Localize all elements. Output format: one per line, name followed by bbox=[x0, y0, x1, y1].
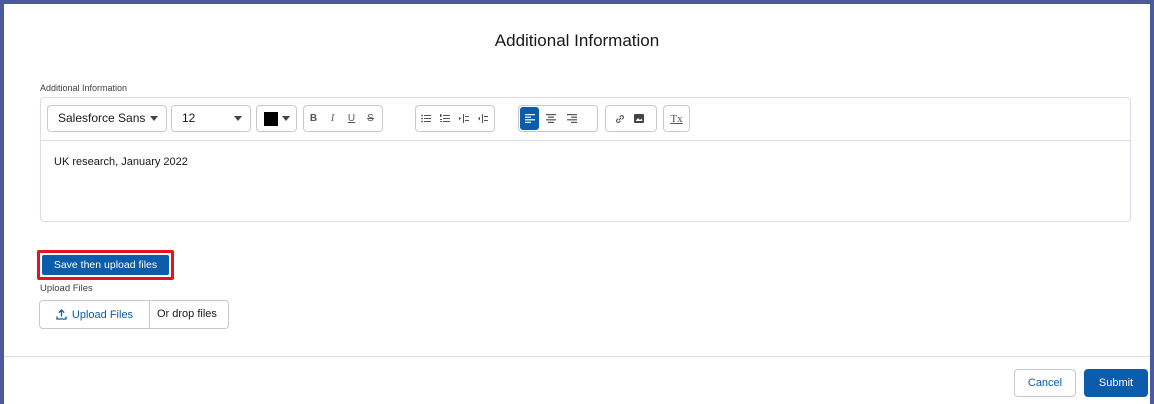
alignment-button-group bbox=[518, 105, 598, 132]
align-right-button[interactable] bbox=[562, 107, 581, 130]
align-center-button[interactable] bbox=[541, 107, 560, 130]
numbered-list-icon bbox=[439, 114, 450, 122]
remove-formatting-button[interactable]: Tx bbox=[664, 106, 689, 131]
additional-information-label: Additional Information bbox=[40, 83, 128, 93]
upload-icon bbox=[56, 309, 67, 320]
file-upload-dropzone[interactable]: Upload Files Or drop files bbox=[39, 300, 229, 329]
align-center-icon bbox=[545, 114, 556, 123]
align-left-icon bbox=[524, 114, 535, 123]
editor-toolbar: Salesforce Sans 12 B I U S Tx bbox=[41, 98, 1130, 141]
link-icon bbox=[615, 114, 624, 123]
cancel-button[interactable]: Cancel bbox=[1014, 369, 1076, 397]
chevron-down-icon bbox=[150, 116, 158, 121]
upload-files-label: Upload Files bbox=[40, 283, 93, 294]
align-right-icon bbox=[566, 114, 577, 123]
upload-files-button-label: Upload Files bbox=[71, 308, 134, 321]
chevron-down-icon bbox=[234, 116, 242, 121]
underline-button[interactable]: U bbox=[342, 106, 361, 131]
insert-button-group bbox=[605, 105, 657, 132]
underline-icon: U bbox=[347, 113, 356, 124]
italic-icon: I bbox=[330, 113, 335, 124]
indent-icon bbox=[458, 114, 469, 123]
align-left-button[interactable] bbox=[520, 107, 539, 130]
font-size-select[interactable]: 12 bbox=[171, 105, 251, 132]
insert-link-button[interactable] bbox=[610, 106, 629, 131]
highlight-box: Save then upload files bbox=[37, 250, 174, 280]
list-button-group bbox=[415, 105, 495, 132]
chevron-down-icon bbox=[282, 116, 290, 121]
drop-files-text: Or drop files bbox=[157, 308, 217, 320]
bold-button[interactable]: B bbox=[304, 106, 323, 131]
save-then-upload-button[interactable]: Save then upload files bbox=[42, 255, 169, 275]
numbered-list-button[interactable] bbox=[435, 106, 454, 131]
clear-format-group: Tx bbox=[663, 105, 690, 132]
font-family-value: Salesforce Sans bbox=[58, 111, 146, 125]
upload-files-button[interactable]: Upload Files bbox=[40, 301, 150, 328]
modal-title: Additional Information bbox=[494, 31, 660, 50]
rich-text-editor: Salesforce Sans 12 B I U S Tx UK researc… bbox=[40, 97, 1131, 222]
italic-button[interactable]: I bbox=[323, 106, 342, 131]
footer-divider bbox=[4, 356, 1150, 357]
editor-content[interactable]: UK research, January 2022 bbox=[54, 156, 188, 168]
font-family-select[interactable]: Salesforce Sans bbox=[47, 105, 167, 132]
strikethrough-button[interactable]: S bbox=[361, 106, 380, 131]
format-button-group: B I U S bbox=[303, 105, 383, 132]
outdent-button[interactable] bbox=[473, 106, 492, 131]
color-swatch bbox=[264, 112, 278, 126]
insert-image-button[interactable] bbox=[629, 106, 648, 131]
outdent-icon bbox=[477, 114, 488, 123]
font-size-value: 12 bbox=[182, 111, 196, 125]
image-icon bbox=[633, 114, 644, 123]
bullet-list-button[interactable] bbox=[416, 106, 435, 131]
submit-button[interactable]: Submit bbox=[1084, 369, 1148, 397]
indent-button[interactable] bbox=[454, 106, 473, 131]
text-color-picker[interactable] bbox=[256, 105, 297, 132]
remove-formatting-icon: Tx bbox=[670, 112, 683, 125]
bullet-list-icon bbox=[420, 114, 431, 123]
strikethrough-icon: S bbox=[367, 113, 374, 124]
bold-icon: B bbox=[309, 113, 318, 124]
